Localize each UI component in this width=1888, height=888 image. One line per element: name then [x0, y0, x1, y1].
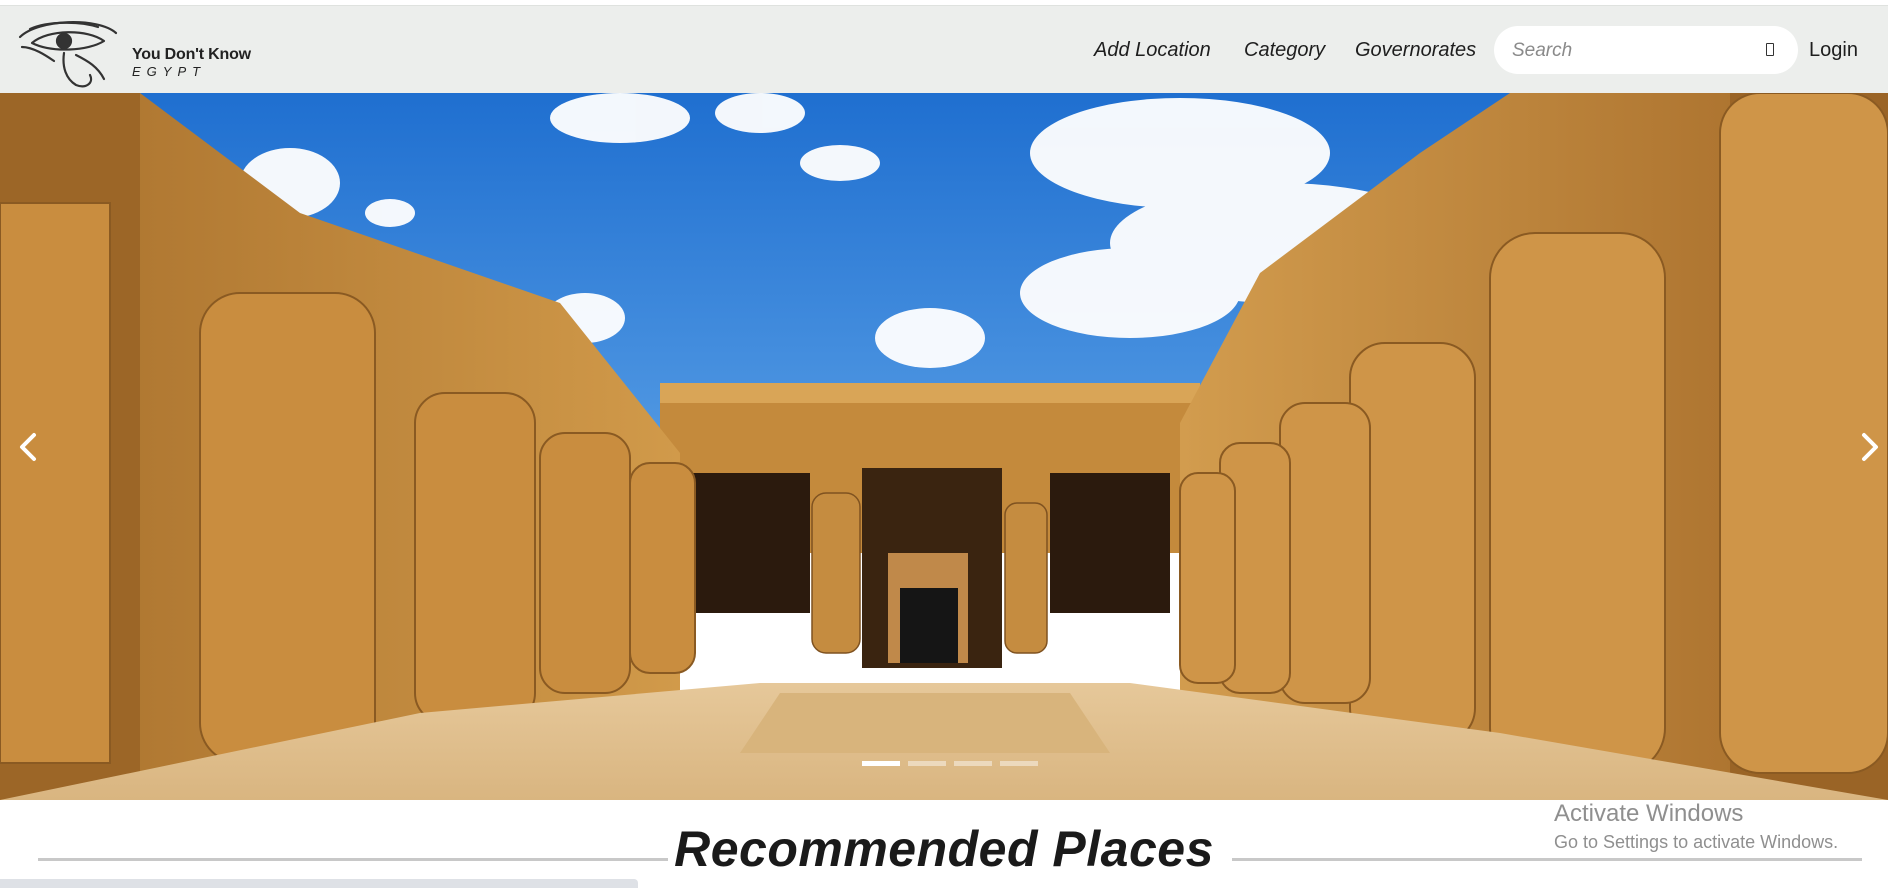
eye-of-horus-icon [18, 21, 118, 88]
carousel-next-button[interactable] [1850, 425, 1888, 469]
brand-logo[interactable]: You Don't Know EGYPT [18, 17, 258, 92]
search-box [1494, 26, 1798, 74]
carousel-indicator-2[interactable] [908, 761, 946, 766]
carousel-indicator-3[interactable] [954, 761, 992, 766]
chevron-left-icon [20, 433, 36, 461]
carousel-indicator-4[interactable] [1000, 761, 1038, 766]
carousel-prev-button[interactable] [8, 425, 48, 469]
hero-image-temple [0, 93, 1888, 800]
activate-windows-watermark: Activate Windows Go to Settings to activ… [1554, 800, 1838, 853]
brand-subtitle: EGYPT [132, 64, 207, 79]
nav-governorates[interactable]: Governorates [1355, 39, 1476, 62]
brand-title: You Don't Know [132, 46, 251, 63]
search-icon[interactable] [1766, 43, 1774, 56]
carousel-indicator-1[interactable] [862, 761, 900, 766]
browser-status-bar [0, 879, 638, 888]
nav-add-location[interactable]: Add Location [1094, 39, 1211, 62]
watermark-line-1: Activate Windows [1554, 800, 1744, 827]
watermark-line-2: Go to Settings to activate Windows. [1554, 832, 1839, 852]
search-input[interactable] [1510, 34, 1754, 68]
login-link[interactable]: Login [1809, 39, 1858, 62]
navbar: You Don't Know EGYPT Add Location Catego… [0, 5, 1888, 94]
chevron-right-icon [1862, 433, 1878, 461]
hero-carousel [0, 93, 1888, 800]
nav-category[interactable]: Category [1244, 39, 1325, 62]
